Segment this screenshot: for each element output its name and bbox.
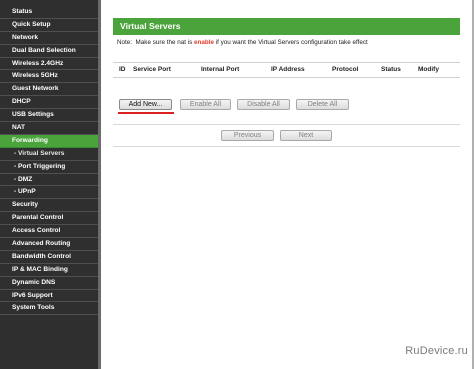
sidebar-item-dhcp[interactable]: DHCP (0, 96, 98, 110)
sidebar-item-status[interactable]: Status (0, 6, 98, 19)
sidebar-item-security[interactable]: Security (0, 199, 98, 213)
sidebar-item-dual-band-selection[interactable]: Dual Band Selection (0, 45, 98, 58)
sidebar-subitem-upnp[interactable]: - UPnP (0, 186, 98, 200)
col-id: ID (119, 66, 126, 73)
sidebar-item-guest-network[interactable]: Guest Network (0, 83, 98, 97)
enable-all-button[interactable]: Enable All (180, 99, 231, 110)
sidebar-item-quick-setup[interactable]: Quick Setup (0, 19, 98, 32)
sidebar-item-ipv6-support[interactable]: IPv6 Support (0, 290, 98, 303)
note-text-after: if you want the Virtual Servers configur… (213, 39, 368, 46)
col-status: Status (381, 66, 401, 73)
page-title: Virtual Servers (113, 18, 460, 35)
divider-line (113, 124, 460, 125)
sidebar-item-access-control[interactable]: Access Control (0, 225, 98, 239)
sidebar-subitem-dmz[interactable]: - DMZ (0, 174, 98, 187)
col-internal-port: Internal Port (201, 66, 240, 73)
next-button[interactable]: Next (280, 130, 332, 141)
watermark-text: RuDevice.ru (405, 345, 468, 357)
note-highlight: enable (194, 39, 214, 46)
sidebar-item-forwarding[interactable]: Forwarding (0, 134, 98, 148)
col-modify: Modify (418, 66, 439, 73)
sidebar-item-usb-settings[interactable]: USB Settings (0, 109, 98, 123)
sidebar-subitem-port-triggering[interactable]: - Port Triggering (0, 161, 98, 174)
sidebar-item-wireless-24ghz[interactable]: Wireless 2.4GHz (0, 58, 98, 71)
delete-all-button[interactable]: Delete All (296, 99, 349, 110)
sidebar-subitem-virtual-servers[interactable]: - Virtual Servers (0, 148, 98, 161)
virtual-servers-table-header: ID Service Port Internal Port IP Address… (113, 62, 460, 78)
add-new-highlight-underline (118, 112, 174, 114)
sidebar-item-system-tools[interactable]: System Tools (0, 302, 98, 316)
previous-button[interactable]: Previous (221, 130, 274, 141)
main-panel: Virtual Servers Note: Make sure the nat … (113, 18, 460, 78)
col-service-port: Service Port (133, 66, 171, 73)
disable-all-button[interactable]: Disable All (237, 99, 290, 110)
divider-line-bottom (113, 146, 460, 147)
sidebar-item-wireless-5ghz[interactable]: Wireless 5GHz (0, 70, 98, 84)
sidebar-menu: Status Quick Setup Network Dual Band Sel… (0, 0, 101, 369)
note-prefix: Note: (117, 39, 133, 46)
sidebar-item-bandwidth-control[interactable]: Bandwidth Control (0, 251, 98, 264)
sidebar-item-network[interactable]: Network (0, 32, 98, 45)
note-text-before: Make sure the nat is (132, 39, 195, 46)
sidebar-item-parental-control[interactable]: Parental Control (0, 212, 98, 226)
add-new-button[interactable]: Add New... (119, 99, 172, 110)
sidebar-item-ip-mac-binding[interactable]: IP & MAC Binding (0, 264, 98, 277)
col-ip-address: IP Address (271, 66, 305, 73)
nat-note: Note: Make sure the nat is enable if you… (117, 39, 460, 46)
col-protocol: Protocol (332, 66, 359, 73)
sidebar-item-nat[interactable]: NAT (0, 122, 98, 135)
sidebar-item-dynamic-dns[interactable]: Dynamic DNS (0, 277, 98, 290)
sidebar-item-advanced-routing[interactable]: Advanced Routing (0, 238, 98, 251)
